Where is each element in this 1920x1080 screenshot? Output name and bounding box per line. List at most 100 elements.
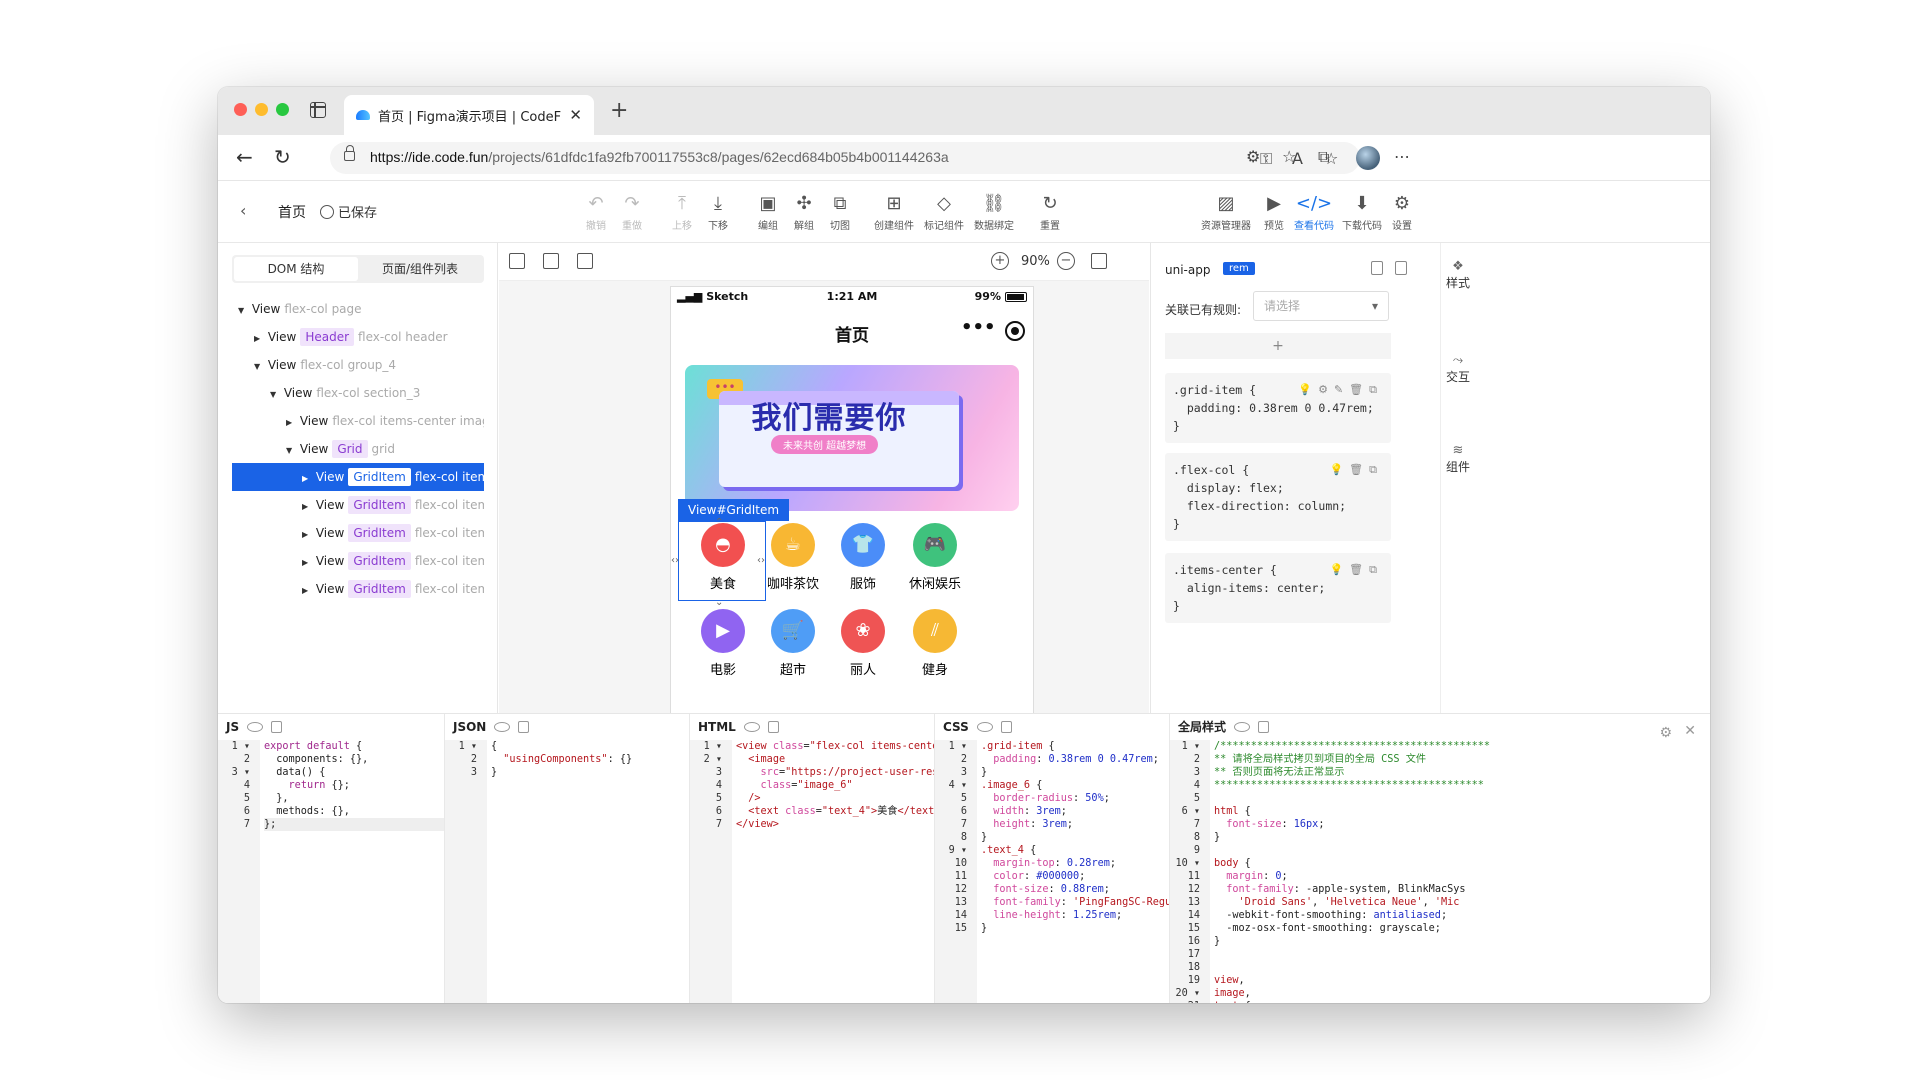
- tree-node[interactable]: ▶ Viewflex-col items-center image-wra: [232, 407, 484, 435]
- caret-right-icon[interactable]: ▶: [286, 409, 296, 435]
- move-down-button[interactable]: ⤓ 下移: [694, 193, 742, 232]
- back-icon[interactable]: ←: [236, 145, 253, 169]
- caret-right-icon[interactable]: ▶: [254, 325, 264, 351]
- grid-view-icon[interactable]: [509, 253, 525, 269]
- reset-button[interactable]: ↻ 重置: [1026, 193, 1074, 232]
- unit-badge[interactable]: rem: [1223, 262, 1255, 275]
- redo-button[interactable]: ↷ 重做: [608, 193, 656, 232]
- more-icon[interactable]: ⋯: [1394, 147, 1410, 166]
- tree-node[interactable]: ▼ View flex-col group_4: [232, 351, 484, 379]
- copy-icon[interactable]: [518, 721, 530, 733]
- grid-item[interactable]: 🎮 休闲娱乐: [891, 523, 979, 592]
- url-field[interactable]: https://ide.code.fun/projects/61dfdc1fa9…: [330, 142, 1360, 174]
- page-title: 首页: [278, 205, 306, 221]
- create-component-button[interactable]: ⊞ 创建组件: [870, 193, 918, 232]
- capsule-close-icon[interactable]: [1005, 321, 1025, 341]
- caret-down-icon[interactable]: ▼: [254, 353, 264, 379]
- resize-handle-bottom-icon[interactable]: ⌄: [715, 597, 723, 608]
- more-dots-icon[interactable]: •••: [961, 317, 996, 338]
- browser-tab[interactable]: 首页 | Figma演示项目 | CodeFu ✕: [344, 95, 594, 135]
- copy-icon[interactable]: [1258, 721, 1270, 733]
- resize-handle-top-icon[interactable]: ⌃: [715, 517, 723, 528]
- tree-node[interactable]: ▼ View flex-col page: [232, 295, 484, 323]
- minimize-window-button[interactable]: [255, 103, 268, 116]
- html-code[interactable]: 1 ▾ 2 ▾ 3 4 5 6 7 <view class="flex-col items-…: [690, 740, 934, 1003]
- caret-right-icon[interactable]: ▶: [302, 465, 312, 491]
- tree-node[interactable]: ▶ ViewGridItemflex-col items-cer: [232, 575, 484, 603]
- close-window-button[interactable]: [234, 103, 247, 116]
- avatar[interactable]: [1356, 146, 1380, 170]
- mark-component-button[interactable]: ◇ 标记组件: [920, 193, 968, 232]
- collections-icon[interactable]: ⧉: [1318, 147, 1329, 167]
- css-code[interactable]: 1 ▾ 2 3 4 ▾ 5 6 7 8 9 ▾ 10 11 12 13 14 15 .grid-item {…: [935, 740, 1169, 1003]
- close-tab-icon[interactable]: ✕: [569, 106, 582, 124]
- eye-icon[interactable]: [1234, 722, 1251, 732]
- global-style-code[interactable]: 1 ▾23456 ▾78910 ▾11121314151617181920 ▾2…: [1170, 740, 1710, 1003]
- copy-icon[interactable]: [1395, 261, 1407, 275]
- banner-image[interactable]: ••• 我们需要你 未来共创 超越梦想: [685, 365, 1019, 511]
- rule-actions-icon[interactable]: 💡🗑⧉: [1329, 461, 1383, 479]
- chevron-left-icon[interactable]: ‹: [240, 201, 246, 220]
- key-icon[interactable]: ⚿: [1260, 149, 1272, 169]
- tab-components[interactable]: ≋ 组件: [1441, 443, 1475, 475]
- caret-right-icon[interactable]: ▶: [302, 549, 312, 575]
- tree-node-selected[interactable]: ▶ ViewGridItemflex-col items-cen: [232, 463, 484, 491]
- selection-box[interactable]: [678, 521, 766, 601]
- eye-icon[interactable]: [494, 722, 511, 732]
- favorites-icon[interactable]: ☆: [1282, 147, 1296, 166]
- rule-actions-icon[interactable]: 💡🗑⧉: [1329, 561, 1383, 579]
- maximize-window-button[interactable]: [276, 103, 289, 116]
- zoom-out-icon[interactable]: −: [1057, 252, 1075, 270]
- css-rule-flex-col[interactable]: .flex-col { display: flex; flex-directio…: [1165, 453, 1391, 541]
- asset-manager-button[interactable]: ▨ 资源管理器: [1198, 193, 1254, 232]
- eye-icon[interactable]: [247, 722, 264, 732]
- tree-node[interactable]: ▶ View Header flex-col header: [232, 323, 484, 351]
- view-code-button[interactable]: </> 查看代码: [1290, 193, 1338, 232]
- trash-icon[interactable]: [1371, 261, 1383, 275]
- caret-down-icon[interactable]: ▼: [286, 437, 296, 463]
- tree-node[interactable]: ▶ ViewGridItemflex-col items-cer: [232, 547, 484, 575]
- eye-icon[interactable]: [976, 722, 993, 732]
- caret-down-icon[interactable]: ▼: [238, 297, 248, 323]
- data-binding-button[interactable]: ⛓ 数据绑定: [970, 193, 1018, 232]
- layout-icon[interactable]: [543, 253, 559, 269]
- css-rule-items-center[interactable]: .items-center { align-items: center; } 💡🗑…: [1165, 553, 1391, 623]
- slice-button[interactable]: ⧉ 切图: [816, 193, 864, 232]
- tree-node[interactable]: ▼ View Grid grid: [232, 435, 484, 463]
- tab-panel-icon[interactable]: [310, 102, 326, 118]
- json-code[interactable]: 1 ▾ 2 3 { "usingComponents": {} }: [445, 740, 689, 1003]
- tree-node[interactable]: ▶ ViewGridItemflex-col items-cer: [232, 491, 484, 519]
- fit-screen-icon[interactable]: [1091, 253, 1107, 269]
- rule-select[interactable]: 请选择: [1253, 291, 1389, 321]
- copy-icon[interactable]: [767, 721, 779, 733]
- zoom-in-icon[interactable]: +: [991, 252, 1009, 270]
- tab-interaction[interactable]: ⤳ 交互: [1441, 353, 1475, 385]
- rule-actions-icon[interactable]: 💡⚙✎🗑⧉: [1298, 381, 1383, 399]
- reload-icon[interactable]: ↻: [274, 145, 291, 169]
- css-pane: CSS 1 ▾ 2 3 4 ▾ 5 6 7 8 9 ▾ 10 11 12 13 14 15 .grid-it…: [935, 714, 1170, 1003]
- caret-right-icon[interactable]: ▶: [302, 493, 312, 519]
- tab-dom-structure[interactable]: DOM 结构: [234, 257, 358, 281]
- copy-icon[interactable]: [1000, 721, 1012, 733]
- js-code[interactable]: 1 ▾ 2 3 ▾ 4 5 6 7 export default { components:…: [218, 740, 444, 1003]
- caret-right-icon[interactable]: ▶: [302, 577, 312, 603]
- caret-down-icon[interactable]: ▼: [270, 381, 280, 407]
- tab-style[interactable]: ❖ 样式: [1441, 259, 1475, 291]
- new-tab-icon[interactable]: +: [610, 98, 628, 123]
- frame-icon[interactable]: [577, 253, 593, 269]
- css-rule-grid-item[interactable]: .grid-item { padding: 0.38rem 0 0.47rem;…: [1165, 373, 1391, 443]
- eye-icon[interactable]: [743, 722, 760, 732]
- design-canvas[interactable]: + 90% − ▂▄▆ Sketch 1:21 AM 99% 首页 ••• ••…: [499, 243, 1149, 713]
- address-bar: ← ↻ https://ide.code.fun/projects/61dfdc…: [218, 135, 1710, 181]
- tree-node[interactable]: ▼ View flex-col section_3: [232, 379, 484, 407]
- extensions-icon[interactable]: ⚙: [1246, 147, 1260, 166]
- settings-button[interactable]: ⚙ 设置: [1378, 193, 1426, 232]
- caret-right-icon[interactable]: ▶: [302, 521, 312, 547]
- resize-handle-right-icon[interactable]: ‹›: [757, 555, 765, 566]
- resize-handle-left-icon[interactable]: ‹›: [671, 555, 679, 566]
- add-rule-button[interactable]: +: [1165, 333, 1391, 359]
- tab-page-component-list[interactable]: 页面/组件列表: [358, 257, 482, 281]
- grid-item[interactable]: ⫽ 健身: [891, 609, 979, 678]
- copy-icon[interactable]: [271, 721, 283, 733]
- tree-node[interactable]: ▶ ViewGridItemflex-col items-cer: [232, 519, 484, 547]
